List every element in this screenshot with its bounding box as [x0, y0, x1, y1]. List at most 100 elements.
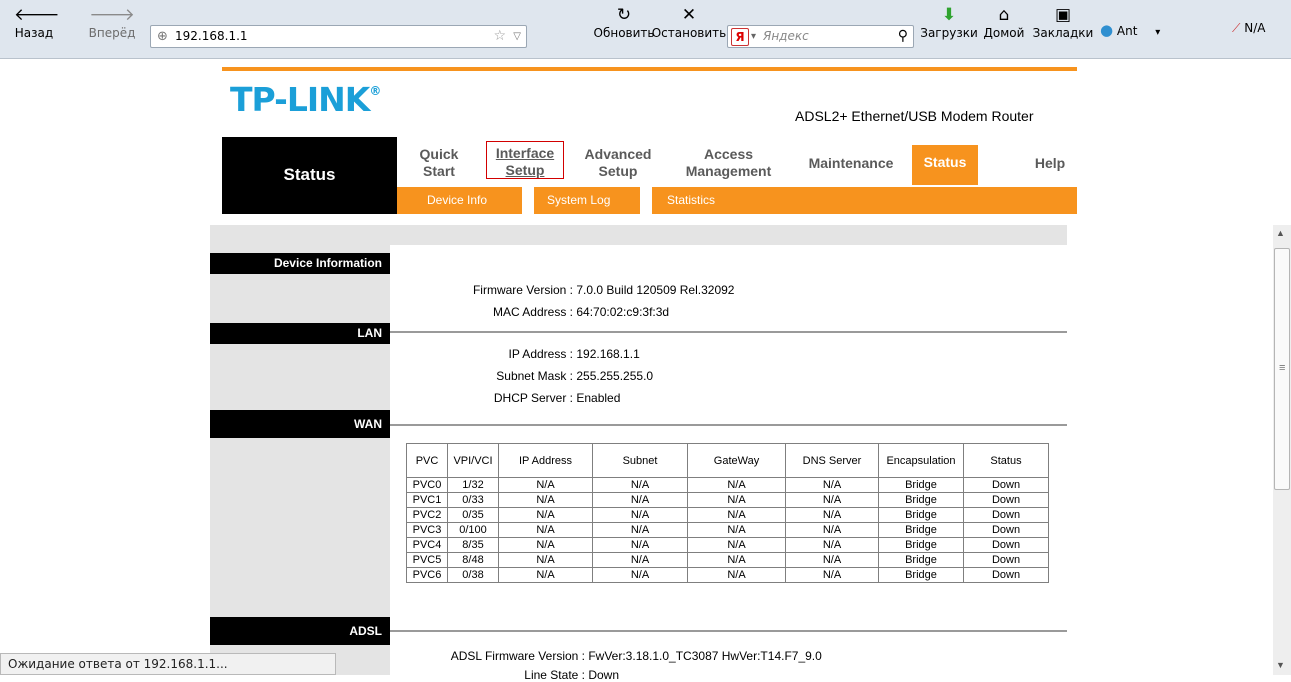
table-cell: 0/35 — [447, 507, 499, 523]
table-cell: Down — [963, 552, 1049, 568]
table-cell: N/A — [498, 522, 593, 538]
table-cell: N/A — [785, 537, 879, 553]
section-wan: WAN — [210, 410, 390, 438]
subnav-statistics[interactable]: Statistics — [667, 187, 715, 214]
table-cell: Down — [963, 567, 1049, 583]
model-title: ADSL2+ Ethernet/USB Modem Router — [795, 108, 1034, 124]
browser-toolbar: 🡐 Назад 🡒 Вперёд ⊕ 192.168.1.1 ☆ ▽ ↻ Обн… — [0, 0, 1291, 59]
back-arrow-icon: 🡐 — [14, 5, 60, 25]
table-cell: N/A — [785, 552, 879, 568]
search-engine-dropdown-icon[interactable]: ▾ — [751, 26, 756, 47]
addon-button[interactable]: ⟋ N/A — [1232, 21, 1290, 36]
table-row: PVC5 8/48 N/A N/A N/A N/A Bridge Down — [406, 552, 1049, 568]
table-cell: 1/32 — [447, 477, 499, 493]
table-cell: 0/100 — [447, 522, 499, 538]
bookmark-star-icon[interactable]: ☆ — [493, 26, 506, 47]
profile-label: Ant — [1116, 24, 1138, 38]
forward-label: Вперёд — [88, 26, 136, 40]
scroll-down-arrow-icon[interactable]: ▼ — [1276, 660, 1285, 670]
section-device-information: Device Information — [210, 253, 390, 274]
table-cell: N/A — [687, 552, 786, 568]
table-cell: PVC6 — [406, 567, 448, 583]
table-cell: N/A — [785, 477, 879, 493]
adsl-firmware-row: ADSL Firmware Version : FwVer:3.18.1.0_T… — [450, 649, 822, 663]
forward-button[interactable]: 🡒 Вперёд — [88, 6, 136, 40]
wan-table-header: PVC VPI/VCI IP Address Subnet GateWay DN… — [406, 443, 1049, 478]
table-cell: Bridge — [878, 537, 964, 553]
table-cell: Down — [963, 522, 1049, 538]
header-accent-bar — [222, 67, 1077, 71]
search-placeholder: Яндекс — [763, 29, 809, 43]
table-cell: Down — [963, 477, 1049, 493]
subnet-mask-row: Subnet Mask : 255.255.255.0 — [496, 369, 654, 383]
stop-button[interactable]: ✕ Остановить — [647, 6, 731, 40]
table-cell: N/A — [592, 552, 688, 568]
subnav-system-log[interactable]: System Log — [547, 187, 610, 214]
table-cell: N/A — [592, 522, 688, 538]
section-divider — [390, 424, 1067, 426]
subnav-device-info[interactable]: Device Info — [427, 187, 487, 214]
url-bar[interactable]: ⊕ 192.168.1.1 ☆ ▽ — [150, 25, 527, 48]
col-encapsulation: Encapsulation — [878, 443, 964, 478]
downloads-button[interactable]: ⬇ Загрузки — [918, 6, 980, 40]
table-cell: N/A — [687, 507, 786, 523]
col-vpi-vci: VPI/VCI — [447, 443, 499, 478]
table-cell: Bridge — [878, 522, 964, 538]
table-cell: PVC2 — [406, 507, 448, 523]
table-cell: N/A — [687, 567, 786, 583]
table-cell: N/A — [687, 477, 786, 493]
table-cell: Bridge — [878, 567, 964, 583]
table-cell: N/A — [498, 552, 593, 568]
bookmarks-icon: ▣ — [1054, 5, 1072, 25]
back-button[interactable]: 🡐 Назад — [14, 5, 60, 40]
tplink-logo: TP-LINK® — [230, 80, 381, 119]
nav-advanced-setup[interactable]: Advanced Setup — [578, 146, 658, 180]
table-cell: Down — [963, 492, 1049, 508]
grip-icon: ≡ — [1279, 362, 1286, 374]
nav-access-management[interactable]: Access Management — [676, 146, 781, 180]
table-cell: PVC1 — [406, 492, 448, 508]
scroll-up-arrow-icon[interactable]: ▲ — [1276, 228, 1285, 238]
nav-interface-setup[interactable]: Interface Setup — [486, 141, 564, 179]
section-divider — [390, 331, 1067, 333]
table-cell: Bridge — [878, 507, 964, 523]
search-input[interactable]: Я ▾ Яндекс ⚲ — [727, 25, 914, 48]
left-label-column — [210, 245, 390, 675]
refresh-label: Обновить — [593, 26, 655, 40]
search-icon[interactable]: ⚲ — [898, 26, 908, 47]
table-cell: Bridge — [878, 552, 964, 568]
back-label: Назад — [14, 26, 54, 40]
table-cell: N/A — [498, 507, 593, 523]
nav-quick-start[interactable]: Quick Start — [414, 146, 464, 180]
table-row: PVC6 0/38 N/A N/A N/A N/A Bridge Down — [406, 567, 1049, 583]
url-dropdown-icon[interactable]: ▽ — [513, 26, 521, 47]
table-cell: N/A — [785, 492, 879, 508]
forward-arrow-icon: 🡒 — [89, 5, 135, 25]
home-button[interactable]: ⌂ Домой — [980, 6, 1028, 40]
table-cell: PVC3 — [406, 522, 448, 538]
nav-maintenance[interactable]: Maintenance — [800, 155, 902, 172]
table-cell: 8/48 — [447, 552, 499, 568]
table-cell: N/A — [687, 522, 786, 538]
bookmarks-button[interactable]: ▣ Закладки — [1031, 6, 1095, 40]
table-cell: Bridge — [878, 492, 964, 508]
profile-dropdown-icon[interactable]: ▾ — [1155, 27, 1160, 38]
table-cell: N/A — [592, 507, 688, 523]
table-cell: N/A — [687, 492, 786, 508]
table-cell: N/A — [498, 537, 593, 553]
lan-ip-row: IP Address : 192.168.1.1 — [508, 347, 640, 361]
nav-status[interactable]: Status — [912, 145, 978, 185]
table-cell: N/A — [592, 537, 688, 553]
stop-label: Остановить — [651, 26, 727, 40]
table-row: PVC4 8/35 N/A N/A N/A N/A Bridge Down — [406, 537, 1049, 553]
table-cell: 0/38 — [447, 567, 499, 583]
nav-help[interactable]: Help — [1030, 155, 1070, 172]
col-ip-address: IP Address — [498, 443, 593, 478]
dhcp-server-row: DHCP Server : Enabled — [493, 391, 621, 405]
profile-button[interactable]: ● Ant ▾ — [1100, 21, 1190, 39]
table-cell: N/A — [785, 507, 879, 523]
table-cell: PVC0 — [406, 477, 448, 493]
table-row: PVC0 1/32 N/A N/A N/A N/A Bridge Down — [406, 477, 1049, 493]
table-cell: N/A — [498, 492, 593, 508]
chart-addon-icon: ⟋ — [1232, 21, 1241, 35]
